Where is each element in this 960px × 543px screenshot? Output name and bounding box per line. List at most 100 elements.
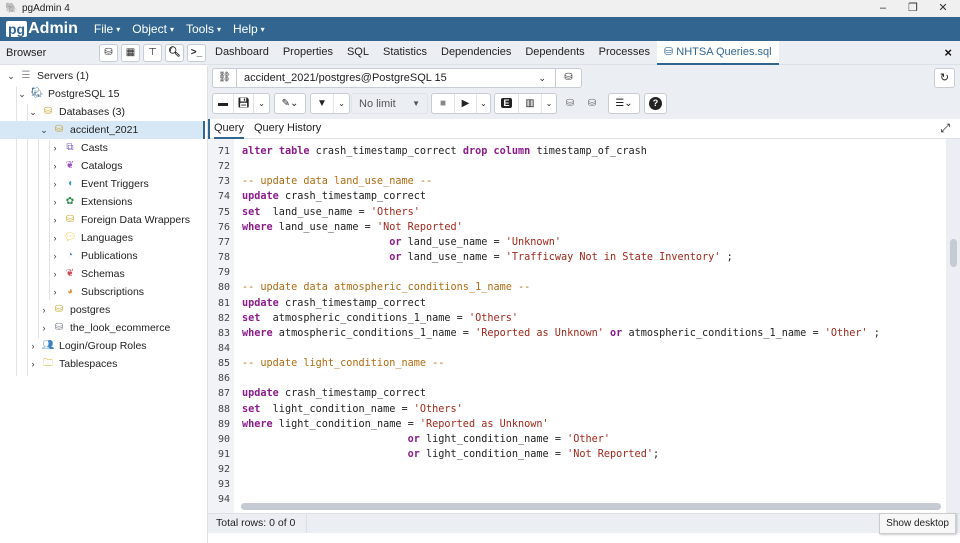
tree-guide: [27, 104, 28, 376]
refresh-button[interactable]: ↻: [934, 68, 955, 88]
tab-dependents[interactable]: Dependents: [518, 41, 591, 65]
sql-comment: -- update light_condition_name --: [242, 358, 445, 370]
menu-file[interactable]: File ▾: [94, 22, 120, 36]
execute-options-dropdown[interactable]: ⌄: [476, 94, 490, 113]
filter-button[interactable]: ▼: [311, 94, 333, 113]
sql-string: 'Reported as Unknown': [419, 418, 549, 430]
chevron-right-icon[interactable]: ›: [50, 215, 60, 225]
chevron-down-icon: ⌄: [480, 99, 487, 108]
vertical-scrollbar[interactable]: [946, 139, 960, 513]
tree-node-extensions[interactable]: › ✿ Extensions: [50, 193, 133, 211]
horizontal-scrollbar[interactable]: [241, 503, 941, 510]
chevron-right-icon[interactable]: ›: [28, 359, 38, 369]
new-connection-icon[interactable]: ⛁: [555, 69, 581, 87]
sql-keyword: or: [389, 252, 402, 264]
menu-help[interactable]: Help ▾: [233, 22, 265, 36]
code-line: 79: [208, 265, 938, 280]
query-tool-button[interactable]: ⛁: [99, 44, 118, 62]
tab-dashboard[interactable]: Dashboard: [208, 41, 276, 65]
save-file-button[interactable]: 💾︎: [233, 94, 253, 113]
save-options-dropdown[interactable]: ⌄: [253, 94, 269, 113]
tree-node-languages[interactable]: › 💬︎ Languages: [50, 229, 133, 247]
explain-analyze-button[interactable]: ▥: [518, 94, 541, 113]
line-number: 78: [217, 252, 230, 264]
help-button[interactable]: ?: [644, 93, 667, 114]
tab-properties[interactable]: Properties: [276, 41, 340, 65]
stop-button[interactable]: ■: [432, 94, 454, 113]
filter-dropdown[interactable]: ⌄: [333, 94, 349, 113]
chevron-right-icon[interactable]: ›: [39, 305, 49, 315]
chevron-right-icon[interactable]: ›: [50, 179, 60, 189]
tree-node-databases[interactable]: ⌄ ⛁ Databases (3): [28, 103, 125, 121]
line-number: 79: [217, 267, 230, 279]
psql-tool-button[interactable]: >_: [187, 44, 206, 62]
tree-node-catalogs[interactable]: › ❦ Catalogs: [50, 157, 123, 175]
tab-nhtsa-queries[interactable]: ⛁ NHTSA Queries.sql: [657, 40, 779, 65]
sql-text: light_condition_name =: [272, 418, 420, 430]
explain-options-dropdown[interactable]: ⌄: [541, 94, 556, 113]
commit-button[interactable]: ⛁: [559, 94, 581, 113]
tab-sql[interactable]: SQL: [340, 41, 376, 65]
tree-node-schemas[interactable]: › ❦ Schemas: [50, 265, 125, 283]
chevron-right-icon[interactable]: ›: [50, 269, 60, 279]
restore-button[interactable]: ❐: [898, 0, 928, 17]
tree-node-postgresql-15[interactable]: ⌄ 🐘︎ PostgreSQL 15: [17, 85, 119, 103]
close-tab-button[interactable]: ×: [944, 45, 952, 60]
close-window-button[interactable]: ✕: [928, 0, 958, 17]
connection-selector[interactable]: ⛓ accident_2021/postgres@PostgreSQL 15 ⌄…: [212, 68, 582, 88]
tree-node-postgres[interactable]: › ⛁ postgres: [39, 301, 111, 319]
filtered-rows-button[interactable]: ⊤: [143, 44, 162, 62]
tree-node-event-triggers[interactable]: › ◖ Event Triggers: [50, 175, 149, 193]
line-number: 76: [217, 221, 230, 233]
explain-button[interactable]: E: [495, 94, 518, 113]
tree-node-foreign-data-wrappers[interactable]: › ⛁ Foreign Data Wrappers: [50, 211, 190, 229]
tablespaces-icon: 🗀: [43, 358, 53, 369]
tree-node-accident-2021[interactable]: ⌄ ⛁ accident_2021: [0, 121, 205, 139]
execute-button[interactable]: ▶: [454, 94, 476, 113]
minimize-button[interactable]: –: [868, 0, 898, 17]
row-limit-select[interactable]: No limit ▼: [351, 93, 428, 114]
macros-button[interactable]: ☰⌄: [608, 93, 640, 114]
edit-button[interactable]: ✎⌄: [274, 93, 306, 114]
tab-processes[interactable]: Processes: [592, 41, 657, 65]
save-icon: 💾︎: [237, 98, 250, 109]
maximize-icon[interactable]: ⤢: [940, 121, 950, 136]
chevron-right-icon[interactable]: ›: [50, 143, 60, 153]
chevron-right-icon[interactable]: ›: [50, 287, 60, 297]
chevron-right-icon[interactable]: ›: [50, 161, 60, 171]
view-data-button[interactable]: ▦: [121, 44, 140, 62]
chevron-down-icon[interactable]: ⌄: [28, 107, 38, 118]
chevron-right-icon[interactable]: ›: [50, 251, 60, 261]
search-objects-button[interactable]: 🔍︎: [165, 44, 184, 62]
sql-editor[interactable]: 71 alter table crash_timestamp_correct dr…: [208, 139, 960, 513]
chevron-right-icon[interactable]: ›: [39, 323, 49, 333]
vertical-scrollbar-thumb[interactable]: [950, 239, 957, 267]
tree-node-servers[interactable]: ⌄ ☰ Servers (1): [6, 67, 89, 85]
code-line: 84: [208, 341, 938, 356]
chevron-down-icon[interactable]: ⌄: [17, 89, 27, 100]
open-file-button[interactable]: ▬: [213, 94, 233, 113]
rollback-button[interactable]: ⛁: [581, 94, 603, 113]
tab-query-history[interactable]: Query History: [254, 119, 321, 139]
tree-node-login-group-roles[interactable]: › 👥︎ Login/Group Roles: [28, 337, 147, 355]
tab-statistics[interactable]: Statistics: [376, 41, 434, 65]
tab-query[interactable]: Query: [214, 119, 244, 139]
chevron-right-icon[interactable]: ›: [50, 197, 60, 207]
stop-icon: ■: [439, 98, 447, 109]
code-text: -- update data atmospheric_conditions_1_…: [242, 280, 530, 295]
menu-tools[interactable]: Tools ▾: [186, 22, 221, 36]
tree-node-the-look-ecommerce[interactable]: › ⛁ the_look_ecommerce: [39, 319, 171, 337]
chevron-down-icon[interactable]: ⌄: [6, 71, 16, 82]
chevron-right-icon[interactable]: ›: [28, 341, 38, 351]
tab-dependencies[interactable]: Dependencies: [434, 41, 518, 65]
chevron-right-icon[interactable]: ›: [50, 233, 60, 243]
menu-object[interactable]: Object ▾: [132, 22, 174, 36]
tree-node-casts[interactable]: › ⧉ Casts: [50, 139, 108, 157]
tree-node-tablespaces[interactable]: › 🗀 Tablespaces: [28, 355, 118, 373]
chevron-down-icon[interactable]: ⌄: [39, 125, 49, 136]
tree-node-publications[interactable]: › ◔ Publications: [50, 247, 138, 265]
sql-text: atmospheric_conditions_1_name =: [622, 327, 825, 339]
sql-keyword: or: [610, 327, 623, 339]
tree-node-subscriptions[interactable]: › ◕ Subscriptions: [50, 283, 145, 301]
